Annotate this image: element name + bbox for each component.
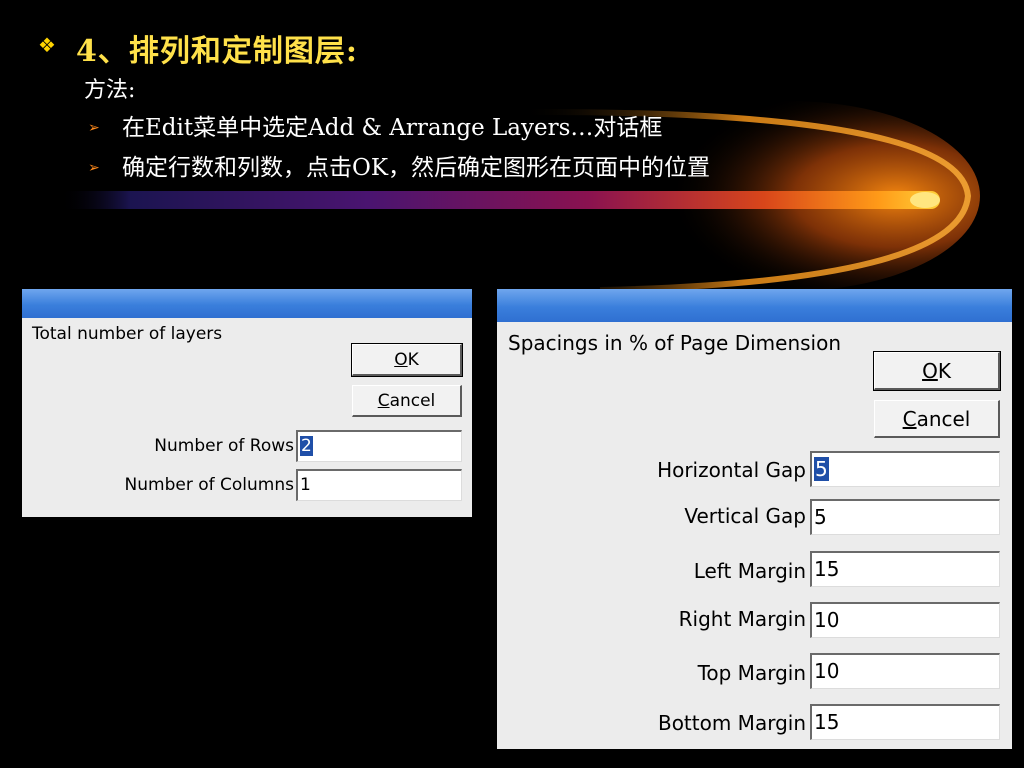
right-margin-label: Right Margin	[678, 607, 806, 631]
columns-field[interactable]: 1	[296, 469, 462, 501]
top-margin-value: 10	[814, 659, 840, 683]
cancel-button[interactable]: Cancel	[352, 385, 462, 417]
cancel-rest: ancel	[916, 407, 971, 431]
slide-title: 4、排列和定制图层:	[76, 34, 358, 69]
dialog-titlebar[interactable]	[22, 289, 472, 318]
ok-accel: O	[922, 359, 938, 383]
ok-rest: K	[407, 350, 419, 370]
left-margin-label: Left Margin	[693, 559, 806, 583]
bottom-margin-value: 15	[814, 710, 840, 734]
cancel-rest: ancel	[389, 391, 436, 411]
horizontal-gap-field[interactable]: 5	[810, 451, 1000, 487]
spacing-dialog: Spacings in % of Page Dimension OK Cance…	[497, 289, 1012, 749]
bottom-margin-field[interactable]: 15	[810, 704, 1000, 740]
ok-accel: O	[394, 350, 408, 370]
left-margin-field[interactable]: 15	[810, 551, 1000, 587]
cancel-accel: C	[902, 407, 917, 431]
arrow-bullet-icon: ➢	[88, 160, 100, 176]
horizontal-gap-value: 5	[814, 457, 829, 481]
rows-label: Number of Rows	[154, 436, 294, 456]
columns-label: Number of Columns	[124, 475, 294, 495]
bottom-margin-label: Bottom Margin	[657, 711, 806, 735]
arrow-bullet-icon: ➢	[88, 120, 100, 136]
cancel-accel: C	[377, 391, 390, 411]
dialog-heading: Spacings in % of Page Dimension	[508, 331, 842, 355]
dialog-heading: Total number of layers	[32, 324, 223, 344]
dialog-titlebar[interactable]	[497, 289, 1012, 322]
right-margin-value: 10	[814, 608, 840, 632]
left-margin-value: 15	[814, 557, 840, 581]
list-item-text: 在Edit菜单中选定Add & Arrange Layers…对话框	[122, 115, 663, 141]
cancel-button[interactable]: Cancel	[874, 400, 1000, 438]
list-item: ➢ 在Edit菜单中选定Add & Arrange Layers…对话框	[88, 108, 662, 142]
layers-dialog: Total number of layers OK Cancel Number …	[22, 289, 472, 517]
top-margin-field[interactable]: 10	[810, 653, 1000, 689]
right-margin-field[interactable]: 10	[810, 602, 1000, 638]
list-item: ➢ 确定行数和列数，点击OK，然后确定图形在页面中的位置	[88, 148, 710, 182]
top-margin-label: Top Margin	[697, 661, 806, 685]
ok-button[interactable]: OK	[351, 343, 463, 377]
rows-value: 2	[300, 436, 313, 456]
ok-rest: K	[937, 359, 951, 383]
horizontal-gap-label: Horizontal Gap	[657, 458, 806, 482]
columns-value: 1	[300, 475, 311, 495]
vertical-gap-label: Vertical Gap	[684, 504, 806, 528]
diamond-bullet-icon: ❖	[38, 33, 56, 57]
rows-field[interactable]: 2	[296, 430, 462, 462]
list-item-text: 确定行数和列数，点击OK，然后确定图形在页面中的位置	[122, 155, 711, 181]
vertical-gap-field[interactable]: 5	[810, 499, 1000, 535]
vertical-gap-value: 5	[814, 505, 827, 529]
method-label: 方法:	[84, 78, 136, 103]
ok-button[interactable]: OK	[873, 351, 1001, 391]
